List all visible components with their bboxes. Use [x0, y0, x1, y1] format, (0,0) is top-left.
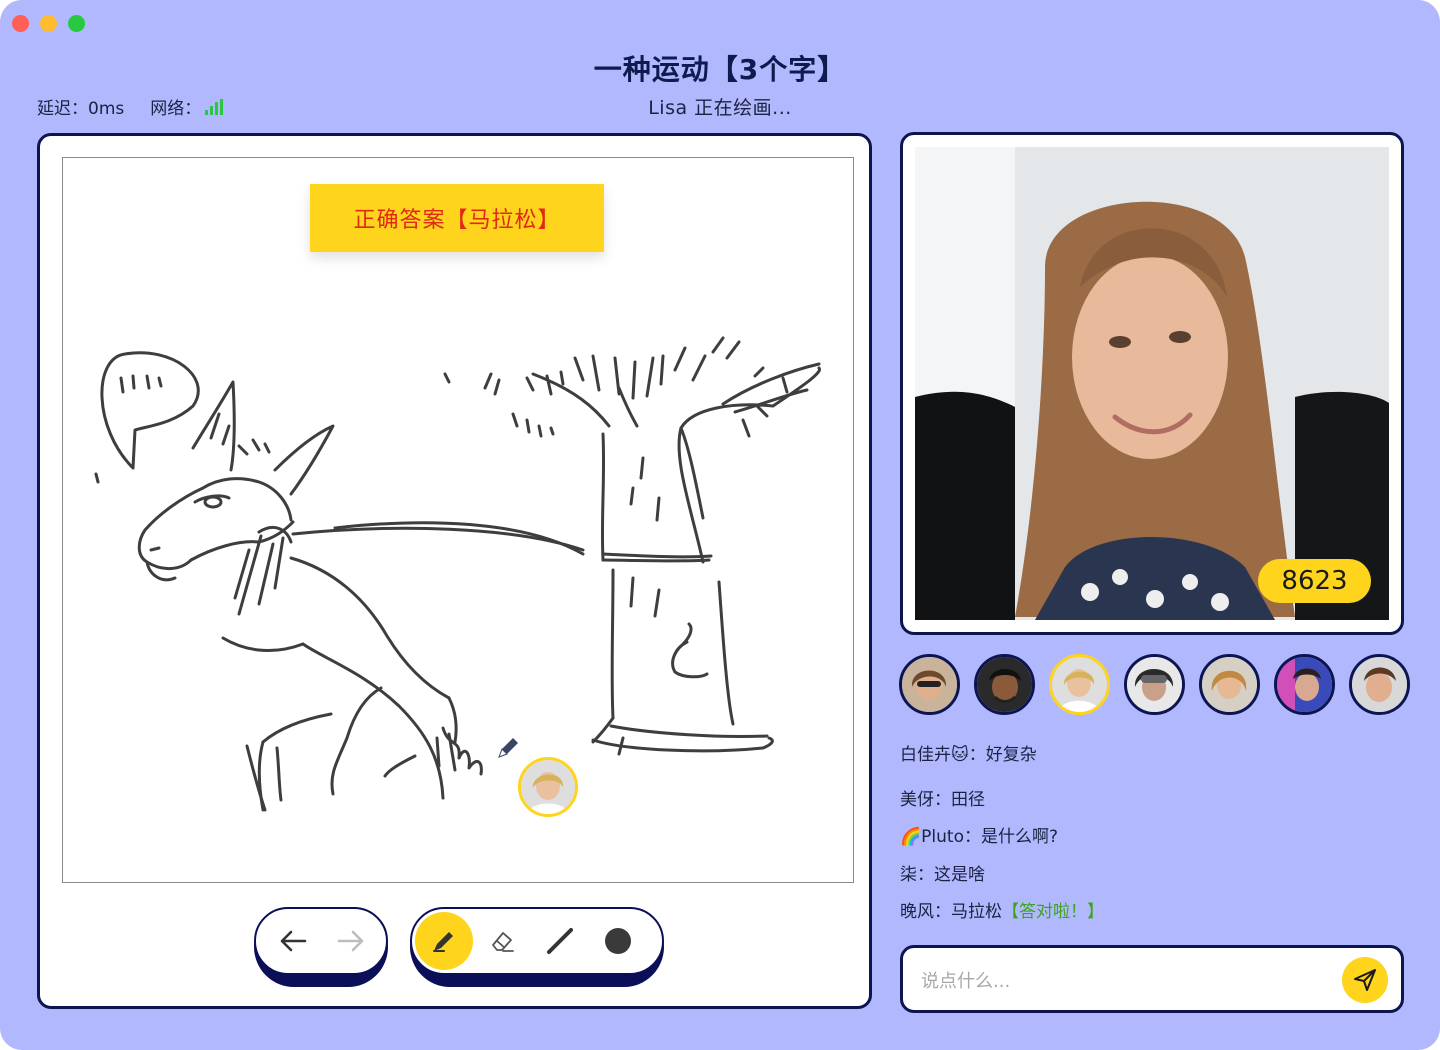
undo-button[interactable]: [264, 912, 322, 970]
video-frame: [915, 147, 1389, 620]
player-avatar[interactable]: [1199, 654, 1260, 715]
chat-message: 白佳卉🐱：好复杂: [900, 745, 1037, 765]
correct-answer-tag: 【答对啦！】: [1002, 902, 1104, 922]
window-controls: [12, 15, 85, 32]
canvas-card: 正确答案【马拉松】: [37, 133, 872, 1009]
arrow-left-icon: [280, 930, 307, 952]
player-avatar[interactable]: [1274, 654, 1335, 715]
pencil-cursor-icon: [498, 738, 518, 758]
chat-input[interactable]: [919, 962, 1333, 1000]
answer-banner: 正确答案【马拉松】: [310, 184, 604, 252]
chat-message: 晚风：马拉松【答对啦！】: [900, 902, 1104, 922]
player-avatar[interactable]: [899, 654, 960, 715]
eraser-icon: [492, 932, 514, 952]
video-card: 8623: [900, 132, 1404, 635]
page-title: 一种运动【3个字】: [593, 53, 847, 86]
chat-message: 美伢：田径: [900, 790, 985, 810]
drawer-video: 8623: [915, 147, 1389, 620]
score-badge: 8623: [1258, 559, 1371, 603]
player-avatar[interactable]: [974, 654, 1035, 715]
chat-input-card: [900, 945, 1404, 1013]
drawer-status: Lisa 正在绘画...: [648, 97, 792, 119]
pen-icon: [433, 932, 453, 952]
drawer-avatar: [518, 757, 578, 817]
arrow-right-icon: [337, 930, 364, 952]
drawing-board[interactable]: 正确答案【马拉松】: [62, 157, 854, 883]
line-tool-button[interactable]: [531, 912, 589, 970]
zoom-window-button[interactable]: [68, 15, 85, 32]
drawing-strokes: [94, 336, 821, 812]
close-window-button[interactable]: [12, 15, 29, 32]
chat-message: 🌈Pluto：是什么啊?: [900, 827, 1059, 847]
player-avatar[interactable]: [1049, 654, 1110, 715]
circle-icon: [605, 928, 631, 954]
player-list: [899, 654, 1410, 715]
line-icon: [547, 928, 573, 954]
player-avatar[interactable]: [1124, 654, 1185, 715]
chat-message: 柒：这是啥: [900, 865, 985, 885]
eraser-tool-button[interactable]: [473, 912, 531, 970]
app-window: 一种运动【3个字】 延迟：0ms 网络： Lisa 正在绘画... 正确答案【马…: [0, 0, 1440, 1050]
send-icon: [1354, 969, 1376, 991]
tools-toolbar: [410, 907, 664, 987]
redo-button[interactable]: [322, 912, 380, 970]
history-toolbar: [254, 907, 388, 987]
minimize-window-button[interactable]: [40, 15, 57, 32]
player-avatar[interactable]: [1349, 654, 1410, 715]
pen-tool-button[interactable]: [415, 912, 473, 970]
send-button[interactable]: [1342, 957, 1388, 1003]
fill-tool-button[interactable]: [589, 912, 647, 970]
